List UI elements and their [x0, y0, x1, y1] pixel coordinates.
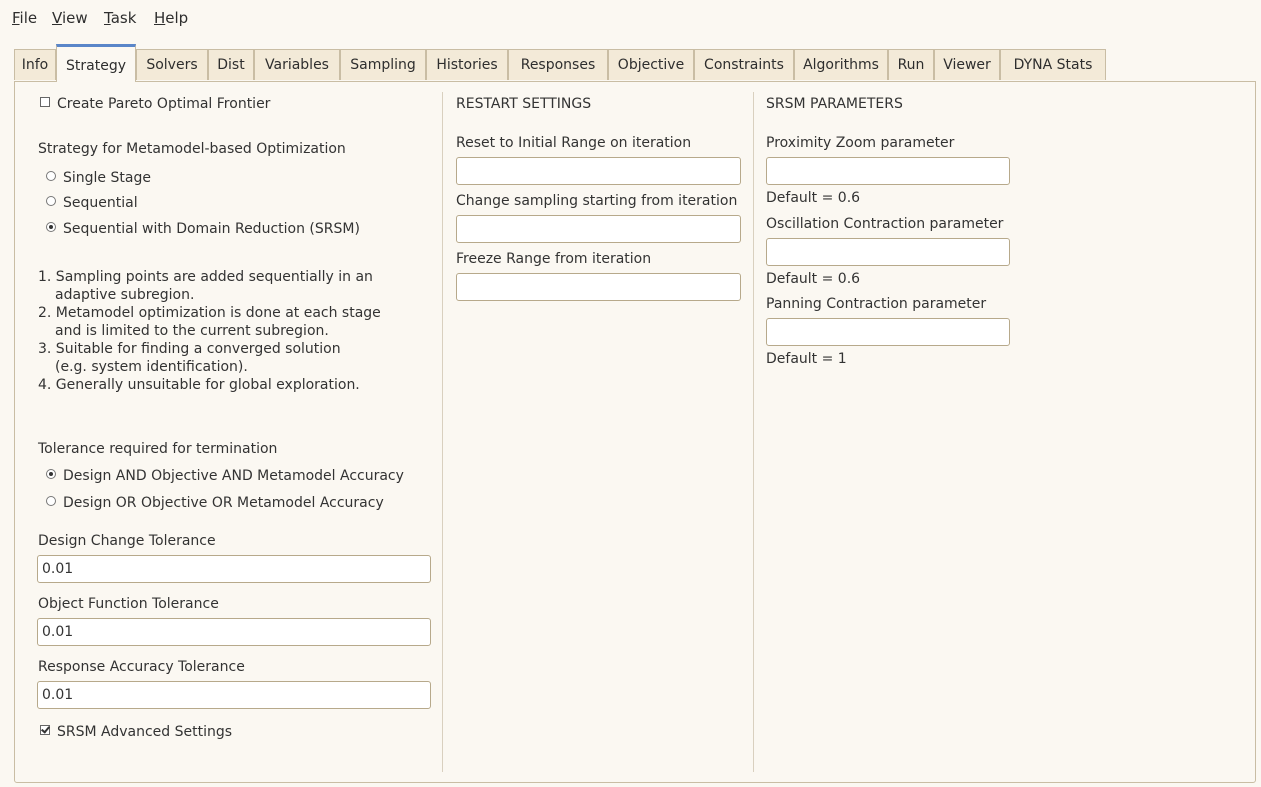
- tab-run[interactable]: Run: [888, 49, 934, 80]
- tab-algorithms[interactable]: Algorithms: [794, 49, 888, 80]
- radio-sequential-srsm[interactable]: Sequential with Domain Reduction (SRSM): [46, 221, 360, 237]
- radio-button[interactable]: [46, 496, 56, 506]
- srsm-parameters-heading: SRSM PARAMETERS: [766, 96, 903, 112]
- reset-range-label: Reset to Initial Range on iteration: [456, 135, 692, 151]
- radio-single-stage[interactable]: Single Stage: [46, 170, 151, 186]
- note-line: (e.g. system identification).: [55, 359, 248, 375]
- proximity-zoom-default: Default = 0.6: [766, 190, 861, 206]
- tolerance-heading: Tolerance required for termination: [38, 441, 278, 457]
- tab-sampling[interactable]: Sampling: [340, 49, 426, 80]
- change-sampling-input[interactable]: [456, 215, 741, 243]
- panning-contraction-label: Panning Contraction parameter: [766, 296, 987, 312]
- srsm-advanced-checkbox[interactable]: SRSM Advanced Settings: [40, 724, 232, 740]
- radio-tolerance-or[interactable]: Design OR Objective OR Metamodel Accurac…: [46, 495, 384, 511]
- change-sampling-label: Change sampling starting from iteration: [456, 193, 738, 209]
- radio-button[interactable]: [46, 196, 56, 206]
- column-divider: [442, 92, 443, 772]
- object-function-input[interactable]: [37, 618, 431, 646]
- metamodel-strategy-heading: Strategy for Metamodel-based Optimizatio…: [38, 141, 346, 157]
- tab-info[interactable]: Info: [14, 49, 56, 80]
- tab-strategy[interactable]: Strategy: [56, 44, 136, 82]
- note-line: 2. Metamodel optimization is done at eac…: [38, 305, 381, 321]
- object-function-label: Object Function Tolerance: [38, 596, 219, 612]
- tab-responses[interactable]: Responses: [508, 49, 608, 80]
- radio-tolerance-and[interactable]: Design AND Objective AND Metamodel Accur…: [46, 468, 404, 484]
- tab-viewer[interactable]: Viewer: [934, 49, 1000, 80]
- tab-dyna-stats[interactable]: DYNA Stats: [1000, 49, 1106, 80]
- radio-sequential[interactable]: Sequential: [46, 195, 138, 211]
- oscillation-contraction-default: Default = 0.6: [766, 271, 861, 287]
- design-change-input[interactable]: [37, 555, 431, 583]
- strategy-panel: [14, 81, 1256, 783]
- menu-help[interactable]: Help: [154, 9, 188, 27]
- tab-constraints[interactable]: Constraints: [694, 49, 794, 80]
- note-line: 1. Sampling points are added sequentiall…: [38, 269, 373, 285]
- design-change-label: Design Change Tolerance: [38, 533, 216, 549]
- tab-solvers[interactable]: Solvers: [136, 49, 208, 80]
- panning-contraction-input[interactable]: [766, 318, 1010, 346]
- menu-bar: File View Task Help: [0, 0, 1261, 38]
- proximity-zoom-label: Proximity Zoom parameter: [766, 135, 955, 151]
- column-divider: [753, 92, 754, 772]
- freeze-range-label: Freeze Range from iteration: [456, 251, 652, 267]
- strategy-notes: 1. Sampling points are added sequentiall…: [38, 268, 381, 394]
- menu-task[interactable]: Task: [104, 9, 136, 27]
- oscillation-contraction-label: Oscillation Contraction parameter: [766, 216, 1004, 232]
- pareto-checkbox[interactable]: Create Pareto Optimal Frontier: [40, 96, 270, 112]
- note-line: and is limited to the current subregion.: [55, 323, 329, 339]
- response-accuracy-label: Response Accuracy Tolerance: [38, 659, 245, 675]
- menu-view[interactable]: View: [52, 9, 88, 27]
- menu-file[interactable]: File: [12, 9, 37, 27]
- oscillation-contraction-input[interactable]: [766, 238, 1010, 266]
- radio-button[interactable]: [46, 469, 56, 479]
- note-line: 3. Suitable for finding a converged solu…: [38, 341, 341, 357]
- checkbox-box[interactable]: [40, 725, 50, 735]
- tab-objective[interactable]: Objective: [608, 49, 694, 80]
- checkbox-box[interactable]: [40, 97, 50, 107]
- proximity-zoom-input[interactable]: [766, 157, 1010, 185]
- radio-button[interactable]: [46, 222, 56, 232]
- reset-range-input[interactable]: [456, 157, 741, 185]
- tab-histories[interactable]: Histories: [426, 49, 508, 80]
- note-line: adaptive subregion.: [55, 287, 195, 303]
- freeze-range-input[interactable]: [456, 273, 741, 301]
- panning-contraction-default: Default = 1: [766, 351, 847, 367]
- radio-button[interactable]: [46, 171, 56, 181]
- response-accuracy-input[interactable]: [37, 681, 431, 709]
- tab-dist[interactable]: Dist: [208, 49, 254, 80]
- note-line: 4. Generally unsuitable for global explo…: [38, 377, 360, 393]
- restart-settings-heading: RESTART SETTINGS: [456, 96, 592, 112]
- tab-variables[interactable]: Variables: [254, 49, 340, 80]
